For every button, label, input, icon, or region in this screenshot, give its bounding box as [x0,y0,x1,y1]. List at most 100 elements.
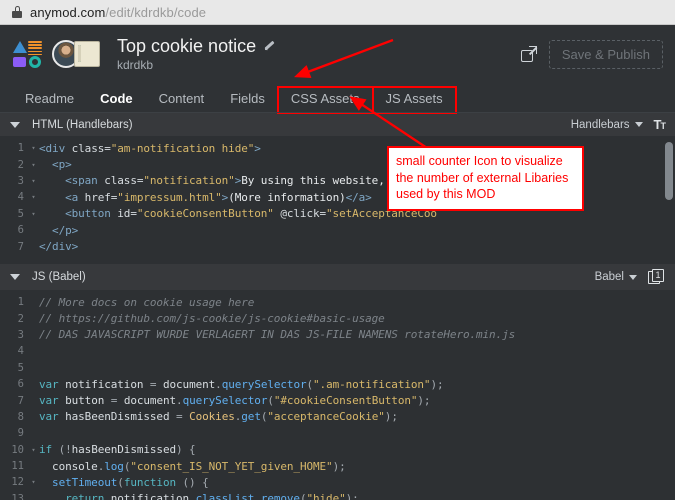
fold-toggle-icon[interactable]: ▾ [28,140,39,156]
js-code-editor[interactable]: 1 // More docs on cookie usage here 2 // ht… [0,290,675,500]
line-number: 2 [17,158,24,171]
chevron-down-icon[interactable] [10,121,20,128]
line-number: 3 [17,328,24,341]
code-line: 4 [0,343,675,359]
tab-css-assets[interactable]: CSS Assets [276,86,374,114]
code-line: 10 ▾ if (!hasBeenDismissed) { [0,442,675,458]
page-title-text: Top cookie notice [117,35,257,56]
line-number: 2 [17,312,24,325]
html-language-select[interactable]: Handlebars [571,119,643,131]
avatar-and-mod-icon [52,39,108,69]
code-text: console.log("consent_IS_NOT_YET_given_HO… [52,459,346,473]
line-number: 6 [17,224,24,237]
fold-toggle-icon[interactable]: ▾ [28,442,39,458]
save-publish-button[interactable]: Save & Publish [548,39,663,69]
chevron-down-icon [629,274,637,280]
tab-content[interactable]: Content [146,87,218,113]
line-number: 6 [17,378,24,391]
code-text: // DAS JAVASCRIPT WURDE VERLAGERT IN DAS… [39,328,516,342]
code-text: // https://github.com/js-cookie/js-cooki… [39,312,385,326]
code-line: 12 ▾ setTimeout(function () { [0,474,675,490]
code-text: <p> [52,158,72,172]
line-number: 13 [11,492,24,500]
line-number: 4 [17,191,24,204]
tab-code[interactable]: Code [87,87,146,113]
line-number: 7 [17,394,24,407]
code-line: 1 // More docs on cookie usage here [0,294,675,310]
code-line: 9 [0,425,675,441]
tabs-divider [0,112,675,113]
page-title: Top cookie notice [117,36,275,57]
counter-value: 1 [652,269,664,282]
js-panel-controls: Babel 1 [595,269,665,285]
lock-icon [12,6,22,18]
code-text: var notification = document.querySelecto… [39,377,444,391]
line-number: 3 [17,174,24,187]
fold-toggle-icon[interactable]: ▾ [28,157,39,173]
fold-toggle-icon[interactable]: ▾ [28,189,39,205]
code-text: // More docs on cookie usage here [39,295,255,309]
code-text: <div class="am-notification hide"> [39,141,261,155]
code-line: 2 // https://github.com/js-cookie/js-cook… [0,310,675,326]
code-text: setTimeout(function () { [52,475,209,489]
line-number: 5 [17,361,24,374]
anymod-logo-icon[interactable] [12,40,42,68]
code-text: <a href="impressum.html">(More informati… [65,190,372,204]
url-domain: anymod.com [30,4,106,20]
app-root: anymod.com/edit/kdrdkb/code Top cookie n… [0,0,675,500]
js-panel-title: JS (Babel) [32,271,86,283]
fold-toggle-icon[interactable]: ▾ [28,173,39,189]
mod-book-icon [74,41,100,67]
code-text: return notification.classList.remove("hi… [65,492,359,500]
line-number: 11 [11,460,24,473]
external-libraries-counter-icon[interactable]: 1 [648,269,665,285]
editor-tabs: Readme Code Content Fields CSS Assets JS… [0,83,675,114]
pencil-edit-icon[interactable] [263,40,275,52]
external-link-icon[interactable] [520,46,537,62]
code-text: <button id="cookieConsentButton" @click=… [65,207,437,221]
code-text: if (!hasBeenDismissed) { [39,443,196,457]
html-panel-header: HTML (Handlebars) Handlebars TT [0,113,675,136]
code-line: 5 [0,360,675,376]
line-number: 8 [17,410,24,423]
tab-readme[interactable]: Readme [12,87,87,113]
js-panel-header: JS (Babel) Babel 1 [0,264,675,290]
js-language-select[interactable]: Babel [595,271,637,283]
mod-title-block: Top cookie notice kdrdkb [117,36,275,73]
app-header: Top cookie notice kdrdkb Save & Publish [0,25,675,83]
line-number: 10 [11,443,24,456]
js-language-label: Babel [594,271,624,283]
html-editor-scrollbar[interactable] [665,142,673,200]
code-line: 6 </p> [0,222,675,238]
fold-toggle-icon[interactable]: ▾ [28,206,39,222]
line-number: 7 [17,240,24,253]
fold-toggle-icon[interactable]: ▾ [28,474,39,490]
code-text: var hasBeenDismissed = Cookies.get("acce… [39,410,398,424]
url-path: /edit/kdrdkb/code [105,4,207,20]
mod-id-subtitle: kdrdkb [117,58,154,73]
code-line: 11 console.log("consent_IS_NOT_YET_given… [0,458,675,474]
line-number: 1 [17,296,24,309]
tab-js-assets[interactable]: JS Assets [371,86,457,114]
header-actions: Save & Publish [520,39,663,69]
annotation-callout: small counter Icon to visualize the numb… [387,146,584,211]
line-number: 9 [17,427,24,440]
code-line: 8 var hasBeenDismissed = Cookies.get("acc… [0,409,675,425]
line-number: 12 [11,476,24,489]
html-panel-title: HTML (Handlebars) [32,118,133,131]
line-number: 4 [17,345,24,358]
browser-url-bar[interactable]: anymod.com/edit/kdrdkb/code [0,0,675,25]
code-line: 7 var button = document.querySelector("#c… [0,392,675,408]
code-text: </p> [52,223,79,237]
code-text: </div> [39,240,79,254]
url-text: anymod.com/edit/kdrdkb/code [30,5,206,20]
html-language-label: Handlebars [570,118,630,131]
font-size-icon[interactable]: TT [654,117,666,132]
line-number: 1 [17,142,24,155]
html-panel-controls: Handlebars TT [571,117,666,132]
code-line: 7 </div> [0,238,675,254]
chevron-down-icon[interactable] [10,274,20,280]
line-number: 5 [17,207,24,220]
tab-fields[interactable]: Fields [217,87,278,113]
code-line: 6 var notification = document.querySelect… [0,376,675,392]
